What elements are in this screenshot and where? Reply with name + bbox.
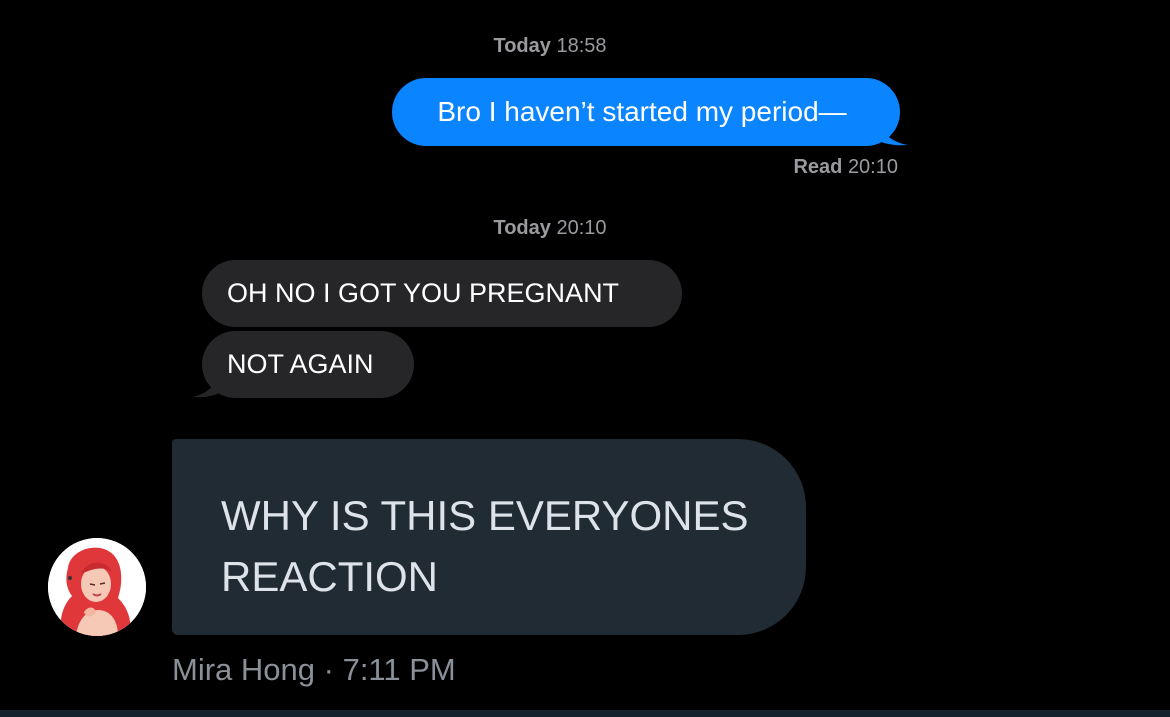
timestamp-day: Today bbox=[493, 217, 551, 239]
screenshot-canvas: Today 18:58 Bro I haven’t started my per… bbox=[0, 0, 1170, 717]
timestamp-day: Today bbox=[493, 35, 551, 57]
incoming-message-bubble[interactable]: NOT AGAIN bbox=[202, 331, 414, 398]
outgoing-bubble-tail bbox=[872, 112, 908, 146]
reply-message-bubble[interactable]: WHY IS THIS EVERYONES REACTION bbox=[172, 439, 806, 635]
outgoing-message-text: Bro I haven’t started my period— bbox=[437, 96, 847, 127]
reply-message-text: WHY IS THIS EVERYONES REACTION bbox=[221, 492, 749, 600]
avatar[interactable] bbox=[48, 538, 146, 636]
incoming-message-bubble[interactable]: OH NO I GOT YOU PREGNANT bbox=[202, 260, 682, 327]
timestamp-time: 18:58 bbox=[556, 35, 607, 57]
bottom-divider bbox=[0, 710, 1170, 717]
read-time: 20:10 bbox=[847, 156, 898, 178]
timestamp-time: 20:10 bbox=[556, 217, 607, 239]
avatar-illustration-icon bbox=[48, 538, 146, 636]
incoming-bubble-tail bbox=[192, 364, 226, 398]
reply-meta: Mira Hong · 7:11 PM bbox=[172, 652, 456, 688]
reply-time[interactable]: 7:11 PM bbox=[343, 652, 456, 687]
reply-author[interactable]: Mira Hong bbox=[172, 652, 315, 687]
outgoing-message-bubble[interactable]: Bro I haven’t started my period— bbox=[392, 78, 900, 146]
incoming-message-text: NOT AGAIN bbox=[227, 349, 374, 379]
timestamp-header: Today 18:58 bbox=[0, 35, 1100, 58]
incoming-message-text: OH NO I GOT YOU PREGNANT bbox=[227, 278, 620, 308]
meta-separator: · bbox=[323, 652, 334, 687]
read-receipt: Read 20:10 bbox=[793, 156, 898, 179]
read-label: Read bbox=[793, 156, 843, 178]
timestamp-header: Today 20:10 bbox=[0, 217, 1100, 240]
